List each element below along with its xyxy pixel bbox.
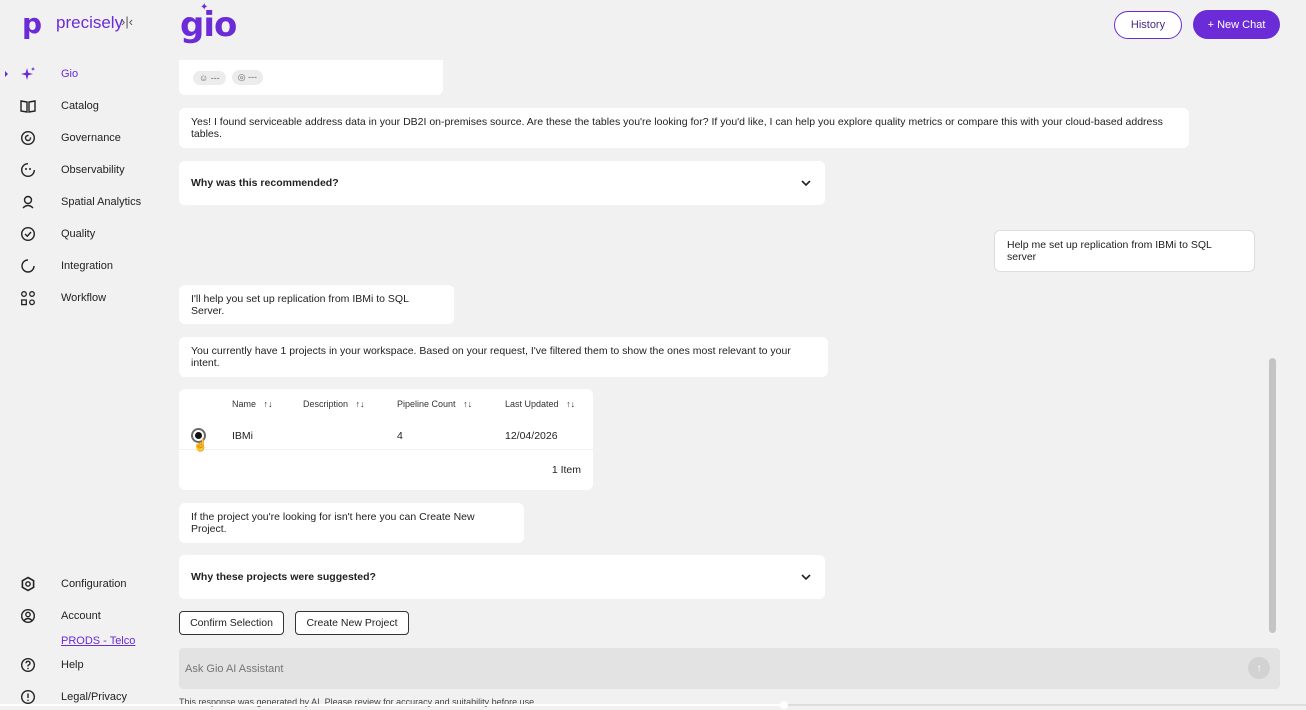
progress-fill	[0, 704, 784, 706]
assistant-message: I'll help you set up replication from IB…	[179, 285, 454, 324]
column-header-description[interactable]: Description ↑↓	[303, 399, 365, 409]
cell-pipeline-count: 4	[397, 430, 403, 442]
sidebar-item-gio[interactable]: Gio	[0, 61, 170, 87]
help-icon	[20, 657, 36, 673]
chat-scrollbar[interactable]	[1269, 358, 1276, 633]
sidebar-item-quality[interactable]: Quality	[0, 221, 170, 247]
hand-cursor-icon: ☝	[193, 438, 208, 452]
gio-logo: gio	[180, 5, 237, 45]
chevron-down-icon	[801, 574, 811, 581]
reaction-pill[interactable]: ◎ ---	[231, 70, 264, 85]
sidebar-item-label: Help	[61, 659, 84, 671]
sidebar-item-label: Governance	[61, 132, 121, 144]
sidebar-item-governance[interactable]: Governance	[0, 125, 170, 151]
send-icon[interactable]: ↑	[1248, 657, 1270, 679]
quality-check-icon	[20, 226, 36, 242]
cell-name: IBMi	[232, 430, 253, 442]
sidebar-item-label: Spatial Analytics	[61, 196, 142, 208]
sort-icon[interactable]: ↑↓	[566, 399, 575, 409]
chevron-down-icon	[801, 180, 811, 187]
sidebar-item-label: Workflow	[61, 292, 107, 304]
create-new-project-button[interactable]: Create New Project	[295, 611, 409, 635]
brand-name[interactable]: precisely	[56, 14, 123, 32]
accordion-title: Why these projects were suggested?	[191, 571, 376, 583]
sidebar-item-label: Configuration	[61, 578, 127, 590]
assistant-message: Yes! I found serviceable address data in…	[179, 108, 1189, 148]
sidebar-item-catalog[interactable]: Catalog	[0, 93, 170, 119]
precisely-logo-icon[interactable]: p	[22, 10, 42, 38]
sort-icon[interactable]: ↑↓	[356, 399, 365, 409]
info-icon	[20, 689, 36, 705]
collapse-sidebar-icon[interactable]: ›|‹	[121, 14, 133, 29]
sidebar-item-integration[interactable]: Integration	[0, 253, 170, 279]
sidebar-item-label: Observability	[61, 164, 125, 176]
location-pin-icon	[20, 194, 36, 210]
sidebar-item-label: Integration	[61, 260, 113, 272]
sort-icon[interactable]: ↑↓	[463, 399, 472, 409]
sidebar-item-account[interactable]: Account	[0, 603, 170, 629]
sidebar-item-label: Legal/Privacy	[61, 691, 128, 703]
progress-handle[interactable]	[779, 701, 788, 709]
gear-icon	[20, 576, 36, 592]
sidebar-item-help[interactable]: Help	[0, 652, 170, 678]
sidebar-item-label: Account	[61, 610, 101, 622]
sidebar-item-configuration[interactable]: Configuration	[0, 571, 170, 597]
assistant-message: You currently have 1 projects in your wo…	[179, 337, 828, 377]
column-header-name[interactable]: Name ↑↓	[232, 399, 273, 409]
sidebar-item-legal-privacy[interactable]: Legal/Privacy	[0, 684, 170, 710]
sidebar-item-label: Catalog	[61, 100, 99, 112]
column-header-last-updated[interactable]: Last Updated ↑↓	[505, 399, 575, 409]
sparkle-icon	[20, 66, 36, 82]
divider	[179, 449, 593, 450]
video-progress-bar[interactable]	[0, 701, 1306, 709]
assistant-message: If the project you're looking for isn't …	[179, 503, 524, 543]
sidebar-item-workflow[interactable]: Workflow	[0, 285, 170, 311]
integration-icon	[20, 258, 36, 274]
workflow-icon	[20, 290, 36, 306]
confirm-selection-button[interactable]: Confirm Selection	[179, 611, 284, 635]
governance-icon	[20, 130, 36, 146]
tenant-link[interactable]: PRODS - Telco	[61, 635, 135, 647]
why-recommended-accordion[interactable]: Why was this recommended?	[179, 161, 825, 205]
account-icon	[20, 608, 36, 624]
sidebar-item-spatial-analytics[interactable]: Spatial Analytics	[0, 189, 170, 215]
sidebar-item-observability[interactable]: Observability	[0, 157, 170, 183]
reaction-pill[interactable]: ☺ ---	[193, 70, 226, 85]
sidebar-item-label: Quality	[61, 228, 96, 240]
book-icon	[20, 98, 36, 114]
sidebar-item-label: Gio	[61, 68, 79, 80]
sort-icon[interactable]: ↑↓	[264, 399, 273, 409]
column-header-pipeline-count[interactable]: Pipeline Count ↑↓	[397, 399, 472, 409]
item-count: 1 Item	[551, 464, 581, 476]
observability-icon	[20, 162, 36, 178]
history-button[interactable]: History	[1114, 11, 1182, 39]
accordion-title: Why was this recommended?	[191, 177, 339, 189]
reaction-bar: ☺ --- ◎ ---	[179, 60, 443, 95]
chat-input-bar: ↑	[179, 648, 1280, 689]
user-message: Help me set up replication from IBMi to …	[994, 230, 1255, 272]
cell-last-updated: 12/04/2026	[505, 430, 558, 442]
top-bar: p precisely ›|‹ ✦ gio History + New Chat	[0, 0, 1306, 56]
new-chat-button[interactable]: + New Chat	[1193, 10, 1280, 39]
projects-table: Name ↑↓ Description ↑↓ Pipeline Count ↑↓…	[179, 389, 593, 490]
why-projects-accordion[interactable]: Why these projects were suggested?	[179, 555, 825, 599]
chat-input[interactable]	[179, 648, 1280, 689]
